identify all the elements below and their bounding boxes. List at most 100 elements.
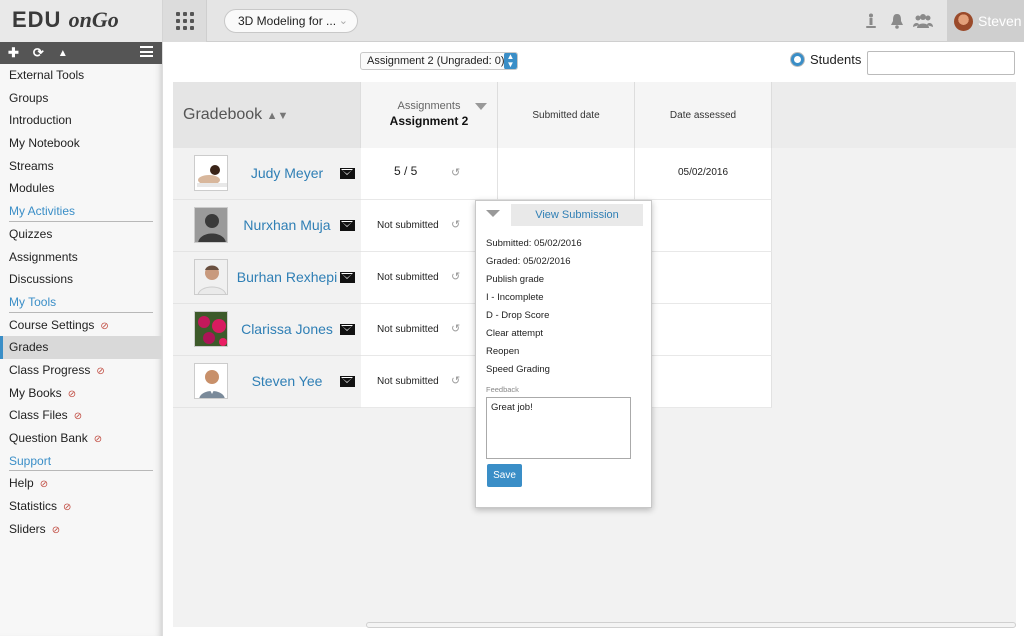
sidebar-item-label: Class Files (9, 408, 68, 423)
logo-script: onGo (68, 7, 119, 32)
sidebar-item-4[interactable]: Streams (0, 155, 162, 178)
sidebar-item-label: Sliders (9, 521, 46, 536)
assignment-column-header[interactable]: Assignments Assignment 2 (361, 82, 498, 148)
gradebook-title: Gradebook (183, 106, 263, 123)
sort-icon[interactable]: ▲ (58, 48, 68, 59)
bell-icon[interactable] (884, 11, 910, 31)
sidebar-item-label: Grades (9, 340, 49, 355)
sidebar-item-12[interactable]: Grades (0, 336, 162, 359)
sidebar-item-5[interactable]: Modules (0, 177, 162, 200)
search-input[interactable] (867, 51, 1015, 75)
popup-option[interactable]: Publish grade (486, 271, 646, 289)
sidebar-list: External Tools Groups Introduction My Noteb… (0, 64, 162, 540)
sidebar-item-8[interactable]: Assignments (0, 246, 162, 269)
popup-option[interactable]: I - Incomplete (486, 289, 646, 307)
popup-option: Submitted: 05/02/2016 (486, 238, 582, 249)
sidebar-item-13[interactable]: Class Progress ⊘ (0, 359, 162, 382)
horizontal-scrollbar[interactable] (366, 622, 1016, 628)
student-name-link[interactable]: Clarissa Jones (233, 304, 341, 354)
gradebook-header[interactable]: Gradebook ▲▼ (173, 82, 361, 148)
top-icons (858, 11, 936, 31)
sidebar-item-16[interactable]: Question Bank ⊘ (0, 427, 162, 450)
assignment-select-value: Assignment 2 (Ungraded: 0) (367, 55, 505, 67)
sidebar-item-9[interactable]: Discussions (0, 268, 162, 291)
history-icon[interactable]: ↺ (451, 374, 460, 387)
table-row: Judy Meyer 5 / 5 ↺ 05/02/2016 (173, 148, 772, 200)
sidebar-item-14[interactable]: My Books ⊘ (0, 382, 162, 405)
sidebar-item-label: Class Progress (9, 362, 91, 377)
user-menu[interactable]: Steven (947, 0, 1024, 42)
sidebar-item-label: My Tools (9, 294, 57, 309)
sidebar-item-15[interactable]: Class Files ⊘ (0, 404, 162, 427)
history-icon[interactable]: ↺ (451, 166, 460, 179)
student-name-link[interactable]: Judy Meyer (233, 148, 341, 198)
grade-cell[interactable]: 5 / 5 ↺ (361, 148, 498, 200)
logo-area[interactable]: EDU onGo (0, 0, 163, 42)
student-name-link[interactable]: Nurxhan Muja (233, 200, 341, 250)
student-name-link[interactable]: Steven Yee (233, 356, 341, 406)
student-cell: Steven Yee (173, 356, 361, 408)
sidebar-toolbar: ✚ ⟳ ▲ (0, 42, 162, 64)
refresh-icon[interactable]: ⟳ (33, 45, 44, 61)
logo-prefix: EDU (12, 7, 62, 32)
avatar (954, 11, 973, 31)
hidden-eye-icon: ⊘ (39, 479, 49, 491)
accessibility-icon[interactable] (858, 11, 884, 31)
sidebar-item-19[interactable]: Statistics ⊘ (0, 495, 162, 518)
save-button[interactable]: Save (487, 464, 522, 487)
history-icon[interactable]: ↺ (451, 322, 460, 335)
date-assessed-cell (635, 200, 772, 252)
popup-option[interactable]: Reopen (486, 343, 646, 361)
dropdown-triangle-icon[interactable] (475, 103, 487, 110)
apps-grid-button[interactable] (163, 0, 207, 42)
sidebar-item-label: My Activities (9, 204, 76, 219)
student-photo (194, 207, 228, 243)
sidebar-item-0[interactable]: External Tools (0, 64, 162, 87)
sidebar-item-label: Introduction (9, 113, 72, 128)
popup-option[interactable]: D - Drop Score (486, 307, 646, 325)
date-assessed-cell (635, 252, 772, 304)
students-radio[interactable] (791, 53, 804, 66)
sidebar-section-6: My Activities (0, 200, 162, 223)
sidebar-item-label: Discussions (9, 272, 74, 287)
mail-icon[interactable] (340, 324, 355, 335)
hidden-eye-icon: ⊘ (73, 411, 83, 423)
users-icon[interactable] (910, 11, 936, 31)
sidebar-item-3[interactable]: My Notebook (0, 132, 162, 155)
sidebar-item-11[interactable]: Course Settings ⊘ (0, 314, 162, 337)
feedback-field[interactable]: Great job! (486, 397, 631, 459)
hidden-eye-icon: ⊘ (96, 365, 105, 377)
mail-icon[interactable] (340, 272, 355, 283)
popup-option[interactable]: Clear attempt (486, 325, 646, 343)
sidebar-item-label: Modules (9, 181, 55, 196)
history-icon[interactable]: ↺ (451, 270, 460, 283)
popup-option: Graded: 05/02/2016 (486, 256, 571, 267)
header-filler (772, 82, 1016, 148)
user-name: Steven (978, 13, 1022, 29)
sidebar-item-18[interactable]: Help ⊘ (0, 472, 162, 495)
view-submission-button[interactable]: View Submission (511, 204, 643, 226)
main-content: Assignment 2 (Ungraded: 0) ▲ ▼ Students G… (163, 42, 1024, 636)
mail-icon[interactable] (340, 220, 355, 231)
hamburger-menu-icon[interactable] (140, 46, 153, 57)
submission-status: Not submitted (377, 376, 439, 387)
mail-icon[interactable] (340, 168, 355, 179)
sidebar-item-20[interactable]: Sliders ⊘ (0, 518, 162, 541)
sort-icon[interactable]: ▲▼ (267, 110, 289, 122)
sidebar-item-2[interactable]: Introduction (0, 109, 162, 132)
submitted-date-header: Submitted date (498, 82, 635, 148)
assignment-select[interactable]: Assignment 2 (Ungraded: 0) ▲ ▼ (360, 52, 518, 70)
plus-icon[interactable]: ✚ (8, 45, 19, 61)
mail-icon[interactable] (340, 376, 355, 387)
sidebar-item-7[interactable]: Quizzes (0, 223, 162, 246)
grade-value[interactable]: 5 / 5 (394, 164, 417, 178)
sidebar-item-1[interactable]: Groups (0, 87, 162, 110)
feedback-label: Feedback (486, 385, 519, 394)
collapse-triangle-icon[interactable] (486, 210, 500, 217)
history-icon[interactable]: ↺ (451, 218, 460, 231)
logo: EDU onGo (12, 7, 119, 33)
select-spinner-icon: ▲ ▼ (504, 53, 517, 69)
popup-option[interactable]: Speed Grading (486, 361, 646, 379)
course-select[interactable]: 3D Modeling for ... ⌄ (224, 9, 358, 33)
student-name-link[interactable]: Burhan Rexhepi (233, 252, 341, 302)
